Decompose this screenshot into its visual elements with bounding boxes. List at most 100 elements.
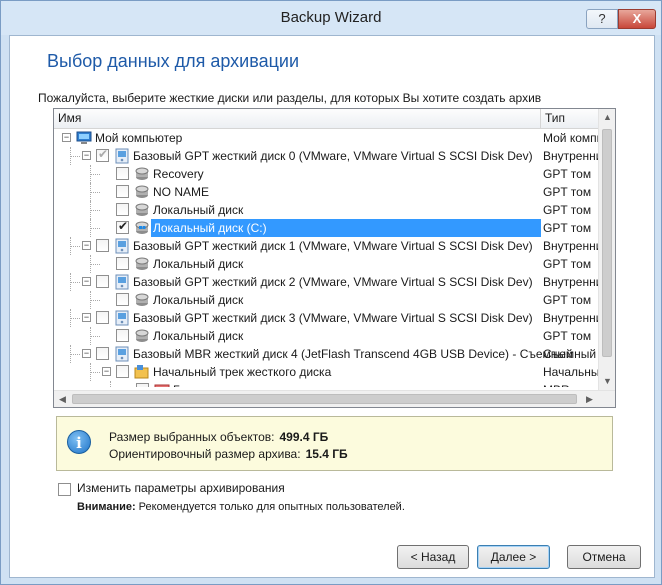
selected-size-row: Размер выбранных объектов: 499.4 ГБ — [109, 430, 328, 444]
row-checkbox[interactable] — [96, 239, 109, 252]
instruction-text: Пожалуйста, выберите жесткие диски или р… — [38, 91, 542, 105]
warning-text: Внимание: Рекомендуется только для опытны… — [77, 501, 405, 513]
scroll-left-icon[interactable]: ◀ — [54, 391, 71, 407]
tree-row[interactable]: Локальный диск GPT том — [54, 327, 598, 345]
tree-row[interactable]: Локальный диск (C:) GPT том — [54, 219, 598, 237]
collapse-toggle-icon[interactable]: − — [82, 277, 91, 286]
tree-row[interactable]: Главная загрузочная запись MBR — [54, 381, 598, 387]
tree-row[interactable]: − Начальный трек жесткого диска Начальный — [54, 363, 598, 381]
tree-row[interactable]: − Базовый MBR жесткий диск 4 (JetFlash Tr… — [54, 345, 598, 363]
track-icon — [134, 364, 150, 380]
column-header-name[interactable]: Имя — [54, 109, 541, 129]
volume-icon — [134, 292, 150, 308]
row-checkbox[interactable] — [96, 347, 109, 360]
disk-icon — [114, 310, 130, 326]
tree-connector — [90, 363, 91, 381]
horizontal-scrollbar[interactable]: ◀ ▶ — [54, 390, 615, 407]
collapse-toggle-icon[interactable]: − — [82, 349, 91, 358]
scroll-up-icon[interactable]: ▲ — [599, 109, 615, 126]
size-info-panel: i Размер выбранных объектов: 499.4 ГБ Ори… — [56, 416, 613, 471]
volume-icon — [134, 328, 150, 344]
row-checkbox[interactable] — [116, 219, 129, 234]
collapse-toggle-icon[interactable]: − — [62, 133, 71, 142]
row-label: Базовый MBR жесткий диск 4 (JetFlash Tra… — [133, 347, 573, 361]
warning-bold: Внимание: — [77, 501, 136, 513]
change-params-label[interactable]: Изменить параметры архивирования — [77, 481, 285, 495]
collapse-toggle-icon[interactable]: − — [82, 241, 91, 250]
scroll-down-icon[interactable]: ▼ — [599, 373, 615, 390]
disk-tree[interactable]: Имя Тип −Мой компьютерМой компьютер−Базо… — [53, 108, 616, 408]
change-params-checkbox[interactable] — [58, 483, 71, 496]
collapse-toggle-icon[interactable]: − — [102, 367, 111, 376]
row-checkbox[interactable] — [116, 203, 129, 216]
info-icon: i — [67, 430, 91, 454]
row-checkbox[interactable] — [116, 329, 129, 342]
tree-connector — [70, 309, 71, 327]
row-type: Начальный — [543, 365, 598, 379]
row-type: GPT том — [543, 221, 592, 235]
tree-connector — [90, 264, 100, 265]
close-button[interactable]: X — [618, 9, 656, 29]
tree-row[interactable]: Локальный диск GPT том — [54, 255, 598, 273]
row-type: GPT том — [543, 293, 592, 307]
archive-size-row: Ориентировочный размер архива: 15.4 ГБ — [109, 447, 348, 461]
tree-connector — [90, 336, 100, 337]
row-type: GPT том — [543, 167, 592, 181]
tree-row[interactable]: − Базовый GPT жесткий диск 0 (VMware, VMw… — [54, 147, 598, 165]
scroll-right-icon[interactable]: ▶ — [581, 391, 598, 407]
tree-connector — [70, 156, 80, 157]
column-header-type[interactable]: Тип — [541, 109, 598, 129]
help-button[interactable]: ? — [586, 9, 618, 29]
row-type: MBR — [543, 382, 570, 387]
tree-connector — [70, 354, 80, 355]
row-checkbox[interactable] — [116, 293, 129, 306]
row-type: GPT том — [543, 257, 592, 271]
row-label: Главная загрузочная запись — [173, 382, 330, 387]
selected-size-label: Размер выбранных объектов: — [109, 430, 275, 444]
row-type: GPT том — [543, 329, 592, 343]
row-checkbox[interactable] — [116, 167, 129, 180]
horizontal-scroll-thumb[interactable] — [72, 394, 577, 404]
back-button[interactable]: < Назад — [397, 545, 469, 569]
cancel-button[interactable]: Отмена — [567, 545, 641, 569]
row-label: Начальный трек жесткого диска — [153, 365, 332, 379]
row-checkbox[interactable] — [116, 185, 129, 198]
window-title: Backup Wizard — [280, 9, 382, 26]
computer-icon — [76, 130, 92, 146]
tree-connector — [70, 246, 80, 247]
row-checkbox[interactable] — [96, 311, 109, 324]
row-type: GPT том — [543, 203, 592, 217]
row-label: Локальный диск — [153, 203, 244, 217]
row-checkbox[interactable] — [116, 257, 129, 270]
collapse-toggle-icon[interactable]: − — [82, 151, 91, 160]
row-checkbox[interactable] — [116, 365, 129, 378]
title-bar[interactable]: Backup Wizard ? X — [1, 1, 661, 35]
vertical-scrollbar[interactable]: ▲ ▼ — [598, 109, 615, 390]
row-checkbox[interactable] — [136, 383, 149, 387]
tree-connector — [70, 318, 80, 319]
row-label: Локальный диск — [153, 293, 244, 307]
tree-connector — [70, 147, 71, 165]
tree-connector — [90, 210, 100, 211]
tree-row[interactable]: Локальный диск GPT том — [54, 291, 598, 309]
tree-row[interactable]: − Базовый GPT жесткий диск 2 (VMware, VMw… — [54, 273, 598, 291]
next-button[interactable]: Далее > — [477, 545, 550, 569]
tree-row[interactable]: Локальный диск GPT том — [54, 201, 598, 219]
volume-icon — [134, 166, 150, 182]
tree-connector — [90, 291, 91, 309]
row-label: Локальный диск — [153, 329, 244, 343]
tree-connector — [90, 201, 91, 219]
row-label: NO NAME — [153, 185, 210, 199]
tree-row[interactable]: − Мой компьютер Мой компьютер — [54, 129, 598, 147]
tree-row[interactable]: Recovery GPT том — [54, 165, 598, 183]
vertical-scroll-thumb[interactable] — [602, 129, 612, 357]
tree-row[interactable]: − Базовый GPT жесткий диск 1 (VMware, VMw… — [54, 237, 598, 255]
tree-row[interactable]: − Базовый GPT жесткий диск 3 (VMware, VMw… — [54, 309, 598, 327]
row-checkbox[interactable] — [96, 275, 109, 288]
disk-icon — [114, 346, 130, 362]
collapse-toggle-icon[interactable]: − — [82, 313, 91, 322]
tree-connector — [110, 381, 111, 387]
row-checkbox[interactable] — [96, 147, 109, 162]
tree-connector — [70, 282, 80, 283]
tree-row[interactable]: NO NAME GPT том — [54, 183, 598, 201]
